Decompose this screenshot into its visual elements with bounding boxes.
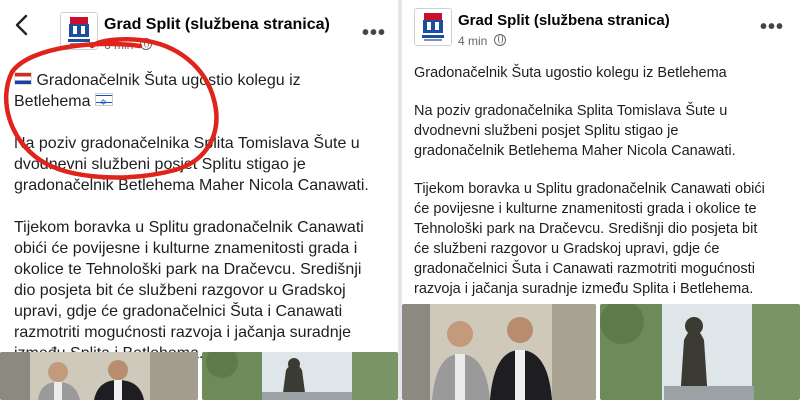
- page-avatar[interactable]: [60, 12, 98, 50]
- paragraph-1-line: gradonačelnik Betlehema Maher Nicola Can…: [414, 143, 736, 159]
- post-photo-statue[interactable]: [600, 304, 800, 400]
- paragraph-2-line: će povijesne i kulturne znamenitosti gra…: [414, 201, 757, 217]
- paragraph-2-line: Tehnološki park na Dračevcu. Središnji d…: [414, 221, 758, 237]
- page-name[interactable]: Grad Split (službena stranica): [104, 16, 330, 34]
- israeli-flag-icon: [94, 92, 113, 113]
- left-post-panel: Grad Split (službena stranica) 6 min •••…: [0, 0, 398, 400]
- back-arrow-icon[interactable]: [14, 14, 28, 40]
- post-meta: 4 min: [458, 34, 506, 48]
- timestamp[interactable]: 4 min: [458, 34, 487, 48]
- post-photo-statue[interactable]: [202, 352, 398, 400]
- globe-icon: [493, 34, 506, 46]
- post-title: Gradonačelnik Šuta ugostio kolegu iz Bet…: [414, 65, 727, 81]
- globe-icon: [139, 38, 152, 50]
- post-text: Gradonačelnik Šuta ugostio kolegu iz Bet…: [14, 70, 369, 364]
- paragraph-2-line: Tijekom boravka u Splitu gradonačelnik C…: [414, 181, 765, 197]
- paragraph-2-line: gradonačelnici Šuta i Canawati razmotrit…: [414, 261, 755, 277]
- page-avatar[interactable]: [414, 8, 452, 46]
- paragraph-2-line: obići će povijesne i kulturne znamenitos…: [14, 240, 358, 257]
- post-photo-officials[interactable]: [402, 304, 596, 400]
- more-options-icon[interactable]: •••: [760, 16, 784, 39]
- page-name[interactable]: Grad Split (službena stranica): [458, 12, 670, 29]
- paragraph-1-line: dvodnevni službeni posjet Splitu stigao …: [14, 156, 306, 173]
- paragraph-2-line: razvoja i jačanja suradnje između Splita…: [414, 281, 754, 297]
- paragraph-1-line: Na poziv gradonačelnika Splita Tomislava…: [14, 135, 360, 152]
- paragraph-1-line: dvodnevni službeni posjet Splitu stigao …: [414, 123, 679, 139]
- post-title-line-2: Betlehema: [14, 91, 369, 113]
- paragraph-1-line: gradonačelnik Betlehema Maher Nicola Can…: [14, 177, 369, 194]
- right-post-panel: Grad Split (službena stranica) 4 min •••…: [402, 0, 800, 400]
- paragraph-2-line: Tijekom boravka u Splitu gradonačelnik C…: [14, 219, 364, 236]
- paragraph-1-line: Na poziv gradonačelnika Splita Tomislava…: [414, 103, 728, 119]
- post-title-line-1: Gradonačelnik Šuta ugostio kolegu iz: [14, 70, 369, 91]
- croatian-flag-icon: [14, 72, 32, 85]
- paragraph-2-line: dio posjeta bit će službeni razgovor u G…: [14, 282, 346, 299]
- paragraph-2-line: razmotriti mogućnosti razvoja i jačanja …: [14, 324, 352, 341]
- post-photo-officials[interactable]: [0, 352, 198, 400]
- paragraph-2-line: upravi, gdje će gradonačelnici Šuta i Ca…: [14, 303, 343, 320]
- post-meta: 6 min: [104, 38, 152, 52]
- more-options-icon[interactable]: •••: [362, 22, 386, 45]
- timestamp[interactable]: 6 min: [104, 38, 133, 52]
- paragraph-2-line: će službeni razgovor u Gradskoj upravi, …: [414, 241, 720, 257]
- post-text: Gradonačelnik Šuta ugostio kolegu iz Bet…: [414, 63, 765, 299]
- paragraph-2-line: okolice te Tehnološki park na Dračevcu. …: [14, 261, 362, 278]
